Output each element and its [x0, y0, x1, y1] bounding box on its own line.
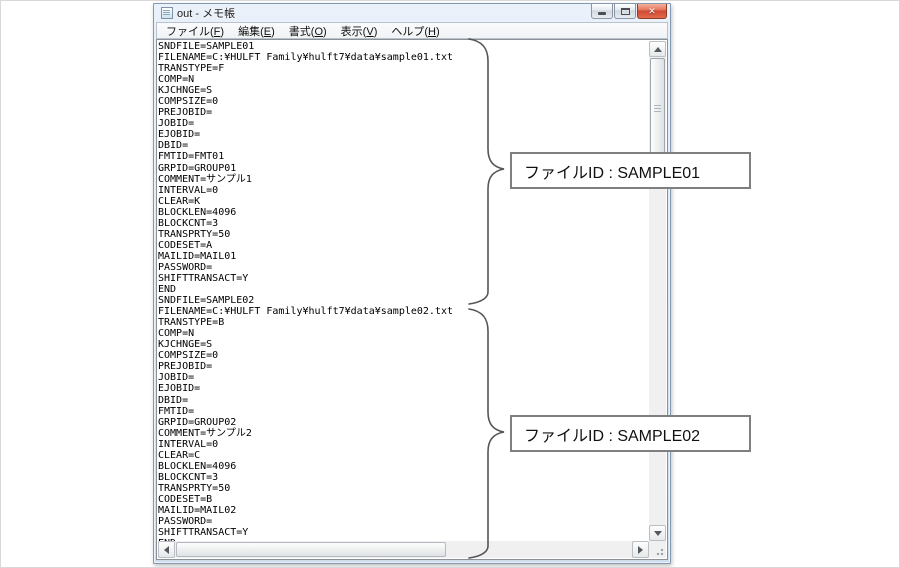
text-line: COMP=N [158, 328, 649, 339]
text-area[interactable]: SNDFILE=SAMPLE01FILENAME=C:¥HULFT Family… [158, 41, 649, 541]
menu-item-2[interactable]: 書式(O) [282, 22, 334, 40]
horizontal-scrollbar[interactable] [158, 541, 649, 558]
text-line: END [158, 284, 649, 295]
text-line: TRANSTYPE=B [158, 317, 649, 328]
text-line: PASSWORD= [158, 516, 649, 527]
notepad-icon [161, 7, 173, 19]
text-line: JOBID= [158, 118, 649, 129]
horizontal-scroll-thumb[interactable] [176, 542, 446, 557]
text-line: CODESET=B [158, 494, 649, 505]
text-line: KJCHNGE=S [158, 339, 649, 350]
text-line: PREJOBID= [158, 361, 649, 372]
menu-bar: ファイル(F)編集(E)書式(O)表示(V)ヘルプ(H) [156, 22, 668, 39]
maximize-button[interactable] [614, 4, 636, 19]
maximize-icon [621, 8, 630, 15]
text-line: MAILID=MAIL01 [158, 251, 649, 262]
up-arrow-icon [654, 47, 662, 52]
text-line: DBID= [158, 395, 649, 406]
text-line: JOBID= [158, 372, 649, 383]
right-arrow-icon [638, 546, 643, 554]
text-line: BLOCKCNT=3 [158, 218, 649, 229]
text-line: FILENAME=C:¥HULFT Family¥hulft7¥data¥sam… [158, 306, 649, 317]
scroll-left-button[interactable] [158, 541, 175, 558]
menu-item-3[interactable]: 表示(V) [334, 22, 385, 40]
notepad-window: out - メモ帳 ✕ ファイル(F)編集(E)書式(O)表示(V)ヘルプ(H)… [153, 3, 671, 564]
screenshot-canvas: out - メモ帳 ✕ ファイル(F)編集(E)書式(O)表示(V)ヘルプ(H)… [0, 0, 900, 568]
menu-item-4[interactable]: ヘルプ(H) [384, 22, 446, 40]
scroll-down-button[interactable] [649, 525, 666, 541]
text-line: PREJOBID= [158, 107, 649, 118]
text-line: COMP=N [158, 74, 649, 85]
text-line: KJCHNGE=S [158, 85, 649, 96]
vertical-scrollbar[interactable] [649, 41, 666, 541]
text-line: BLOCKLEN=4096 [158, 461, 649, 472]
text-line: TRANSPRTY=50 [158, 483, 649, 494]
text-line: SHIFTTRANSACT=Y [158, 273, 649, 284]
text-line: SNDFILE=SAMPLE01 [158, 41, 649, 52]
down-arrow-icon [654, 531, 662, 536]
text-line: CODESET=A [158, 240, 649, 251]
resize-grip-icon [654, 546, 663, 555]
left-arrow-icon [164, 546, 169, 554]
callout-file-id-sample01: ファイルID : SAMPLE01 [510, 152, 751, 189]
text-line: COMPSIZE=0 [158, 350, 649, 361]
menu-item-1[interactable]: 編集(E) [231, 22, 282, 40]
text-line: SNDFILE=SAMPLE02 [158, 295, 649, 306]
menu-item-0[interactable]: ファイル(F) [159, 22, 231, 40]
text-line: COMPSIZE=0 [158, 96, 649, 107]
text-line: MAILID=MAIL02 [158, 505, 649, 516]
text-line: TRANSTYPE=F [158, 63, 649, 74]
text-line: EJOBID= [158, 129, 649, 140]
text-line: BLOCKCNT=3 [158, 472, 649, 483]
text-line: TRANSPRTY=50 [158, 229, 649, 240]
text-line: BLOCKLEN=4096 [158, 207, 649, 218]
callout-file-id-sample02: ファイルID : SAMPLE02 [510, 415, 751, 452]
close-icon: ✕ [648, 7, 656, 16]
close-button[interactable]: ✕ [637, 4, 667, 19]
minimize-button[interactable] [591, 4, 613, 19]
title-bar[interactable]: out - メモ帳 ✕ [154, 4, 670, 22]
text-line: PASSWORD= [158, 262, 649, 273]
window-title: out - メモ帳 [177, 5, 235, 21]
callout-label: ファイルID : SAMPLE02 [524, 422, 700, 446]
text-line: EJOBID= [158, 383, 649, 394]
text-line: DBID= [158, 140, 649, 151]
vertical-scroll-thumb[interactable] [650, 58, 665, 158]
callout-label: ファイルID : SAMPLE01 [524, 159, 700, 183]
minimize-icon [598, 12, 606, 15]
text-line: SHIFTTRANSACT=Y [158, 527, 649, 538]
text-line: CLEAR=K [158, 196, 649, 207]
text-line: FILENAME=C:¥HULFT Family¥hulft7¥data¥sam… [158, 52, 649, 63]
resize-grip[interactable] [649, 541, 666, 558]
edit-control: SNDFILE=SAMPLE01FILENAME=C:¥HULFT Family… [156, 39, 668, 560]
scroll-right-button[interactable] [632, 541, 649, 558]
thumb-grip-icon [654, 108, 661, 109]
caption-buttons: ✕ [591, 4, 667, 19]
scroll-up-button[interactable] [649, 41, 666, 57]
